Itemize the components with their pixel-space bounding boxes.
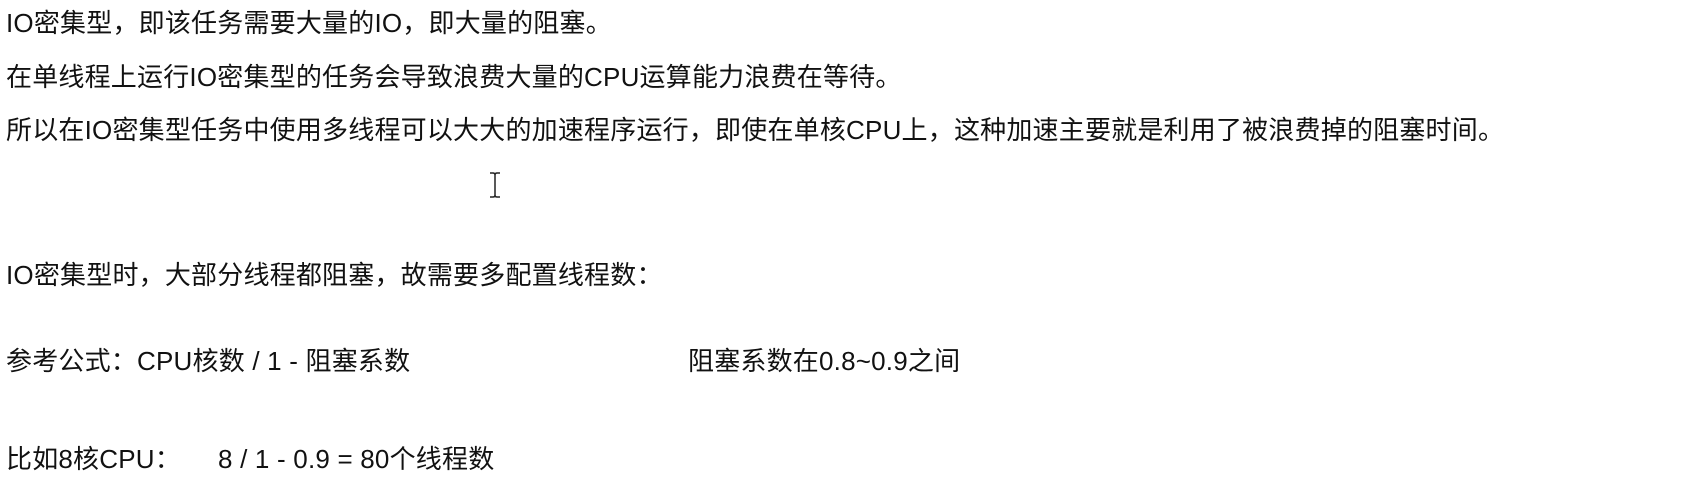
example-line: 比如8核CPU： 8 / 1 - 0.9 = 80个线程数 (6, 443, 494, 475)
paragraph-multithread-speedup: 所以在IO密集型任务中使用多线程可以大大的加速程序运行，即使在单核CPU上，这种… (6, 115, 1505, 145)
example-value: 8 / 1 - 0.9 = 80个线程数 (218, 444, 495, 474)
example-label: 比如8核CPU： (6, 444, 181, 474)
document-page: IO密集型，即该任务需要大量的IO，即大量的阻塞。 在单线程上运行IO密集型的任… (0, 0, 1694, 499)
paragraph-io-intensive-definition: IO密集型，即该任务需要大量的IO，即大量的阻塞。 (6, 8, 612, 38)
blocking-coefficient-note: 阻塞系数在0.8~0.9之间 (688, 346, 961, 376)
formula-line: 参考公式：CPU核数 / 1 - 阻塞系数 阻塞系数在0.8~0.9之间 (6, 345, 960, 377)
paragraph-thread-config: IO密集型时，大部分线程都阻塞，故需要多配置线程数： (6, 260, 663, 290)
paragraph-single-thread-waste: 在单线程上运行IO密集型的任务会导致浪费大量的CPU运算能力浪费在等待。 (6, 62, 902, 92)
text-cursor-icon (490, 172, 500, 198)
formula-text: 参考公式：CPU核数 / 1 - 阻塞系数 (6, 346, 411, 376)
